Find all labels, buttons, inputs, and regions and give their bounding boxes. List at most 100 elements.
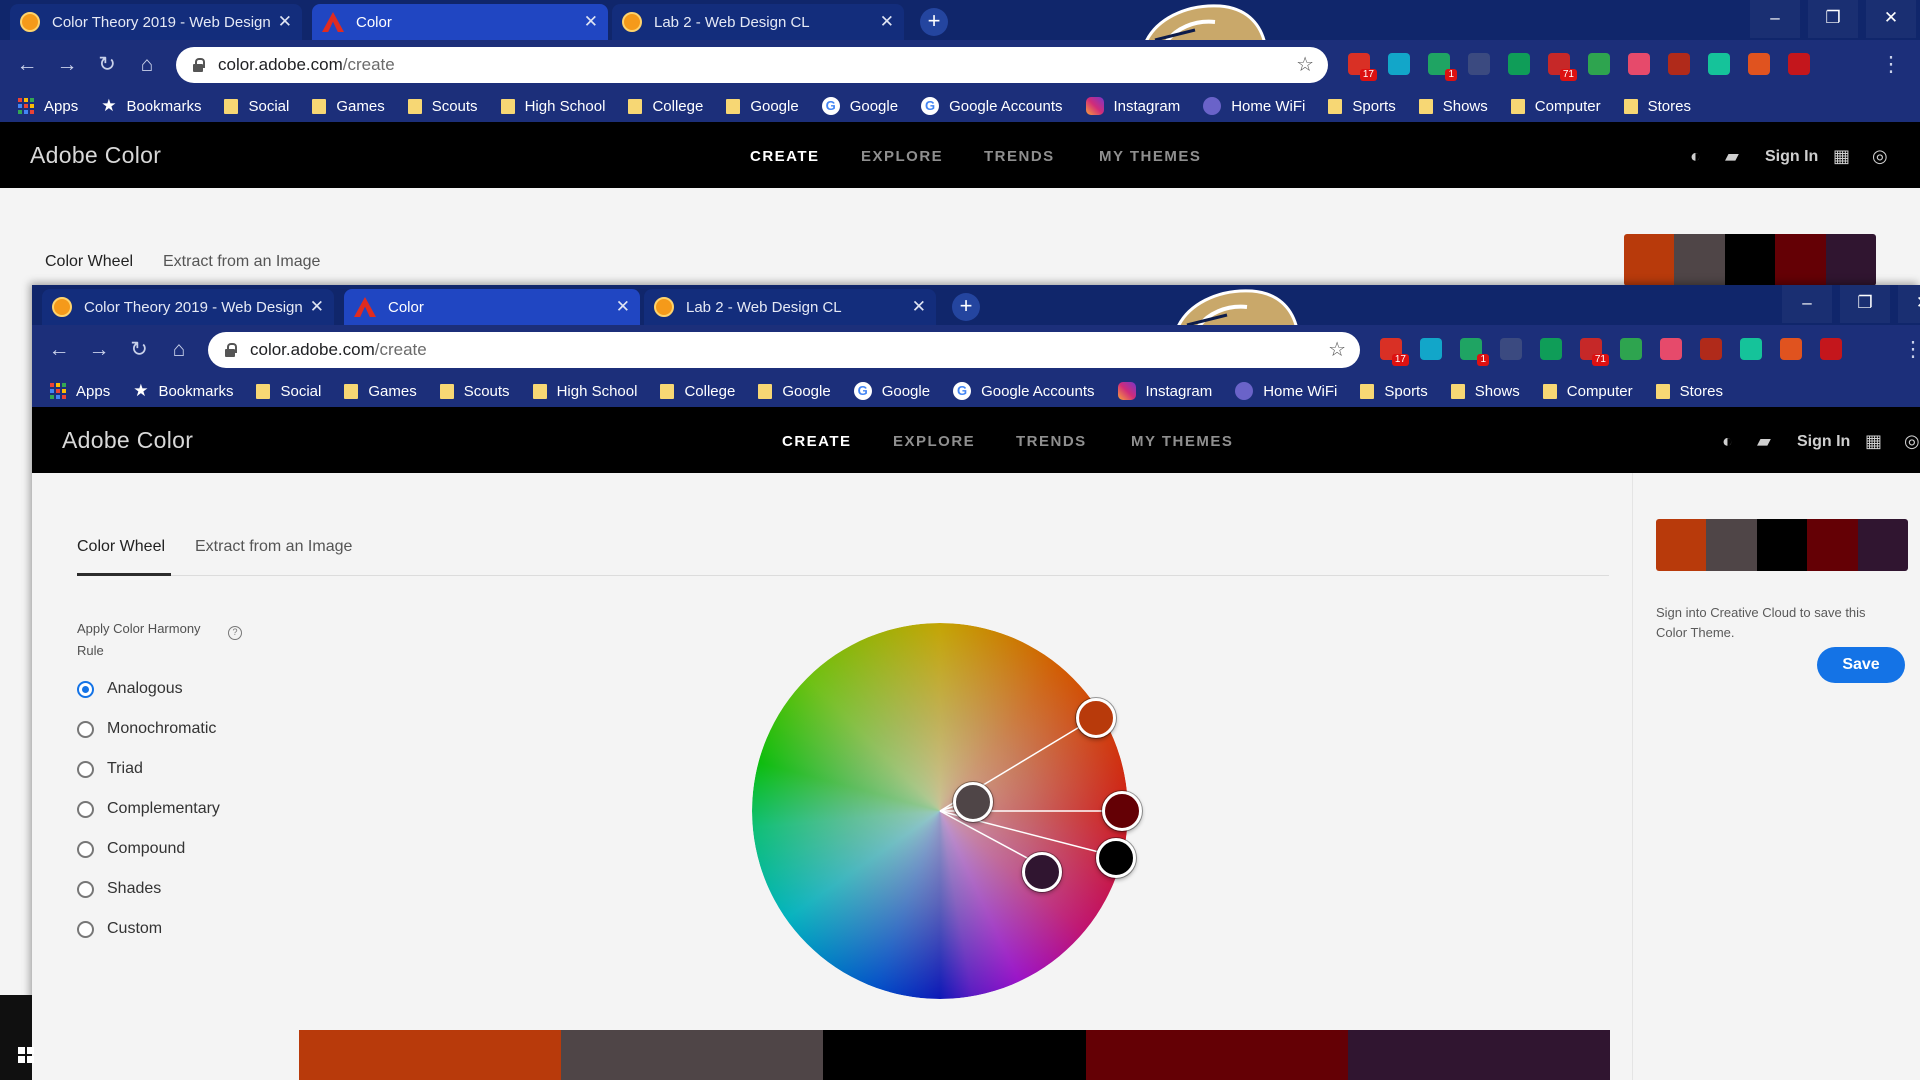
swatch[interactable] <box>1807 519 1858 571</box>
bookmark-sports[interactable]: Sports <box>1328 98 1396 115</box>
windows-start-icon[interactable] <box>18 1047 34 1063</box>
ip-extension-icon[interactable] <box>1420 338 1442 360</box>
bookmark-stores[interactable]: Stores <box>1623 98 1691 115</box>
address-bar[interactable]: color.adobe.com/create ☆ <box>176 47 1328 83</box>
bookmark-games[interactable]: Games <box>312 98 385 115</box>
bookmark-games[interactable]: Games <box>344 383 417 400</box>
feedback-icon[interactable]: ▰ <box>1757 431 1771 452</box>
swatch[interactable] <box>1347 1030 1610 1080</box>
arrow-extension-icon[interactable] <box>1660 338 1682 360</box>
theme-toggle-icon[interactable]: ◐ <box>1722 431 1733 452</box>
creative-cloud-icon[interactable]: ◎ <box>1904 431 1920 452</box>
bookmark-google[interactable]: G Google <box>821 97 898 115</box>
check-extension-icon[interactable]: 1 <box>1428 53 1457 81</box>
sign-in-link[interactable]: Sign In <box>1797 433 1850 451</box>
close-icon[interactable]: ✕ <box>880 12 894 32</box>
bookmark-social[interactable]: Social <box>256 383 321 400</box>
swatch[interactable] <box>1674 234 1725 286</box>
radio-custom[interactable]: Custom <box>77 920 162 938</box>
bookmark-scouts[interactable]: Scouts <box>439 383 510 400</box>
swatch[interactable] <box>823 1030 1086 1080</box>
bookmark-apps[interactable]: Apps <box>50 383 110 400</box>
bookmark-instagram[interactable]: Instagram <box>1117 382 1212 400</box>
window-close-button[interactable]: ✕ <box>1898 285 1920 323</box>
base-color-handle[interactable] <box>953 782 993 822</box>
new-tab-button[interactable]: + <box>920 8 948 36</box>
nav-create[interactable]: CREATE <box>782 433 852 450</box>
help-icon[interactable]: ? <box>228 626 242 640</box>
radio-complementary[interactable]: Complementary <box>77 800 220 818</box>
color-handle[interactable] <box>1022 852 1062 892</box>
theme-toggle-icon[interactable]: ◐ <box>1690 146 1701 167</box>
pdf-extension-icon[interactable] <box>1820 338 1842 360</box>
gmail-extension-icon[interactable]: 17 <box>1348 53 1377 81</box>
office-extension-icon[interactable] <box>1748 53 1770 75</box>
chrome-menu-icon[interactable]: ⋮ <box>1876 50 1906 80</box>
h-extension-icon[interactable] <box>1668 53 1690 75</box>
address-bar[interactable]: color.adobe.com/create ☆ <box>208 332 1360 368</box>
nav-create[interactable]: CREATE <box>750 148 820 165</box>
swatch[interactable] <box>561 1030 824 1080</box>
swatch[interactable] <box>1825 234 1876 286</box>
close-icon[interactable]: ✕ <box>616 297 630 317</box>
reload-button[interactable]: ↻ <box>92 50 122 80</box>
arrow-extension-icon[interactable] <box>1628 53 1650 75</box>
new-tab-button[interactable]: + <box>952 293 980 321</box>
grammarly-extension-icon[interactable] <box>1708 53 1730 75</box>
swatch[interactable] <box>1656 519 1707 571</box>
subtab-color-wheel[interactable]: Color Wheel <box>77 538 165 556</box>
bookmark-bookmarks[interactable]: ★ Bookmarks <box>101 96 201 116</box>
subtab-extract[interactable]: Extract from an Image <box>163 253 320 271</box>
swatch[interactable] <box>1756 519 1808 571</box>
creative-cloud-icon[interactable]: ◎ <box>1872 146 1888 167</box>
bookmark-google-accounts[interactable]: G Google Accounts <box>921 97 1063 115</box>
tab-lab-2[interactable]: Lab 2 - Web Design CL ✕ <box>612 4 904 40</box>
radio-shades[interactable]: Shades <box>77 880 161 898</box>
nav-explore[interactable]: EXPLORE <box>893 433 975 450</box>
bookmark-social[interactable]: Social <box>224 98 289 115</box>
subtab-color-wheel[interactable]: Color Wheel <box>45 253 133 271</box>
bookmark-sports[interactable]: Sports <box>1360 383 1428 400</box>
bookmark-high-school[interactable]: High School <box>532 383 637 400</box>
bookmark-college[interactable]: College <box>660 383 735 400</box>
bookmark-google[interactable]: G Google <box>853 382 930 400</box>
check-extension-icon[interactable]: 1 <box>1460 338 1489 366</box>
color-handle[interactable] <box>1102 791 1142 831</box>
back-button[interactable]: ← <box>12 50 42 80</box>
hangouts-extension-icon[interactable] <box>1508 53 1530 75</box>
classroom-extension-icon[interactable] <box>1588 53 1610 75</box>
bookmark-google[interactable]: Google <box>726 98 799 115</box>
forward-button[interactable]: → <box>52 50 82 80</box>
bookmark-instagram[interactable]: Instagram <box>1085 97 1180 115</box>
restore-button[interactable]: ❐ <box>1808 0 1858 38</box>
window-close-button[interactable]: ✕ <box>1866 0 1916 38</box>
bookmark-shows[interactable]: Shows <box>1418 98 1488 115</box>
shield-extension-icon[interactable] <box>1500 338 1522 360</box>
unread-extension-icon[interactable]: 71 <box>1548 53 1577 81</box>
apps-grid-icon[interactable]: ▦ <box>1833 146 1850 167</box>
reload-button[interactable]: ↻ <box>124 335 154 365</box>
nav-trends[interactable]: TRENDS <box>984 148 1055 165</box>
unread-extension-icon[interactable]: 71 <box>1580 338 1609 366</box>
save-button[interactable]: Save <box>1817 647 1905 683</box>
bookmark-google[interactable]: Google <box>758 383 831 400</box>
bookmark-computer[interactable]: Computer <box>1510 98 1601 115</box>
close-icon[interactable]: ✕ <box>310 297 324 317</box>
bookmark-high-school[interactable]: High School <box>500 98 605 115</box>
nav-my-themes[interactable]: MY THEMES <box>1099 148 1201 165</box>
bookmark-computer[interactable]: Computer <box>1542 383 1633 400</box>
tab-color-theory[interactable]: Color Theory 2019 - Web Design ✕ <box>42 289 334 325</box>
radio-analogous[interactable]: Analogous <box>77 680 183 698</box>
hangouts-extension-icon[interactable] <box>1540 338 1562 360</box>
nav-trends[interactable]: TRENDS <box>1016 433 1087 450</box>
chrome-menu-icon[interactable]: ⋮ <box>1898 335 1920 365</box>
restore-button[interactable]: ❐ <box>1840 285 1890 323</box>
h-extension-icon[interactable] <box>1700 338 1722 360</box>
swatch[interactable] <box>1624 234 1675 286</box>
bookmark-apps[interactable]: Apps <box>18 98 78 115</box>
color-handle[interactable] <box>1076 698 1116 738</box>
bookmark-home-wifi[interactable]: Home WiFi <box>1235 382 1337 400</box>
swatch[interactable] <box>1706 519 1757 571</box>
close-icon[interactable]: ✕ <box>278 12 292 32</box>
shield-extension-icon[interactable] <box>1468 53 1490 75</box>
